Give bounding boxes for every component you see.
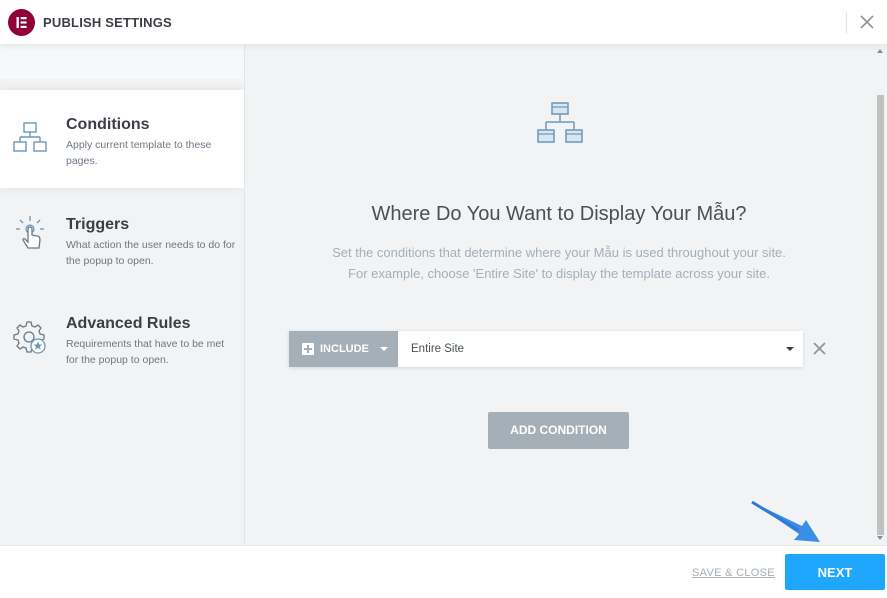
sidebar-item-title: Advanced Rules	[66, 315, 191, 332]
condition-scope-value: Entire Site	[411, 343, 465, 355]
condition-scope-select[interactable]: Entire Site	[398, 331, 803, 367]
next-button[interactable]: NEXT	[785, 554, 885, 590]
sidebar-item-title: Conditions	[66, 116, 150, 133]
gear-star-icon	[12, 319, 48, 355]
close-icon[interactable]	[857, 12, 877, 32]
panel-heading: Where Do You Want to Display Your Mẫu?	[371, 203, 747, 225]
include-label: INCLUDE	[320, 343, 369, 355]
plus-icon	[302, 343, 314, 355]
settings-sidebar: Conditions Apply current template to the…	[0, 45, 244, 545]
remove-condition-icon[interactable]	[812, 341, 827, 356]
modal-footer: SAVE & CLOSE NEXT	[0, 545, 887, 598]
scrollbar-thumb[interactable]	[877, 95, 884, 535]
modal-title: PUBLISH SETTINGS	[43, 15, 172, 30]
add-condition-button[interactable]: ADD CONDITION	[488, 412, 629, 449]
sidebar-item-description: What action the user needs to do for the…	[66, 239, 236, 267]
sitemap-icon	[12, 120, 48, 156]
scroll-down-arrow-icon[interactable]	[877, 536, 883, 540]
touch-icon	[12, 214, 48, 250]
sidebar-item-triggers[interactable]: Triggers What action the user needs to d…	[0, 190, 244, 288]
header-divider	[846, 12, 847, 34]
condition-row: INCLUDE Entire Site	[289, 331, 803, 367]
panel-description: Set the conditions that determine where …	[244, 242, 874, 284]
sidebar-item-description: Apply current template to these pages.	[66, 139, 212, 167]
include-exclude-select[interactable]: INCLUDE	[289, 331, 398, 367]
pointer-arrow-icon	[751, 500, 820, 542]
description-line: For example, choose 'Entire Site' to dis…	[348, 266, 770, 281]
sidebar-item-conditions[interactable]: Conditions Apply current template to the…	[0, 90, 244, 188]
scroll-up-arrow-icon[interactable]	[877, 49, 883, 53]
scrollbar[interactable]	[874, 45, 887, 545]
chevron-down-icon	[380, 347, 388, 351]
description-line: Set the conditions that determine where …	[332, 245, 786, 260]
sidebar-top-strip	[0, 45, 244, 79]
sidebar-item-advanced-rules[interactable]: Advanced Rules Requirements that have to…	[0, 289, 244, 387]
chevron-down-icon	[786, 347, 794, 351]
elementor-logo-icon	[8, 9, 35, 36]
sidebar-item-description: Requirements that have to be met for the…	[66, 338, 225, 366]
sitemap-icon	[535, 101, 585, 145]
sidebar-item-title: Triggers	[66, 216, 130, 233]
modal-header: PUBLISH SETTINGS	[0, 0, 887, 45]
save-close-link[interactable]: SAVE & CLOSE	[692, 567, 775, 579]
